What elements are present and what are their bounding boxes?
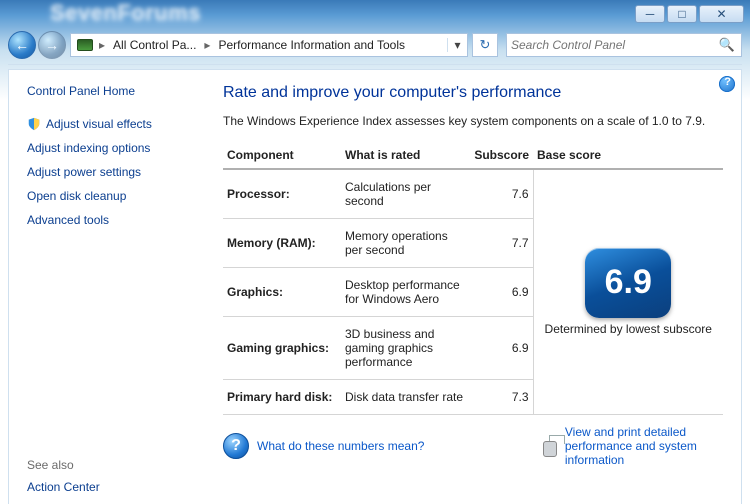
sidebar-item-open-disk-cleanup[interactable]: Open disk cleanup [27,189,199,203]
cell-component: Graphics: [223,268,341,317]
what-do-numbers-mean-link[interactable]: What do these numbers mean? [257,439,424,453]
search-icon[interactable]: 🔍 [717,37,737,53]
maximize-button[interactable]: □ [667,5,697,23]
col-subscore: Subscore [469,142,533,169]
printer-icon [543,435,557,457]
page-title: Rate and improve your computer's perform… [223,84,723,102]
close-button[interactable]: ✕ [699,5,744,23]
base-score-cell: 6.9 Determined by lowest subscore [533,169,723,415]
window-ghost-title: SevenForums [50,0,201,26]
action-center-link[interactable]: Action Center [27,480,199,494]
base-score-caption: Determined by lowest subscore [534,322,724,337]
help-icon[interactable] [717,74,737,94]
cell-component: Gaming graphics: [223,317,341,380]
shield-icon [27,117,41,131]
cell-desc: Calculations per second [341,169,469,219]
question-icon: ? [223,433,249,459]
sidebar-item-adjust-power-settings[interactable]: Adjust power settings [27,165,199,179]
sidebar-item-adjust-indexing-options[interactable]: Adjust indexing options [27,141,199,155]
breadcrumb-history-dropdown[interactable]: ▾ [447,38,467,52]
minimize-button[interactable]: ─ [635,5,665,23]
cell-subscore: 7.7 [469,219,533,268]
cell-subscore: 7.6 [469,169,533,219]
view-print-details-link[interactable]: View and print detailed performance and … [565,425,723,467]
chevron-right-icon[interactable]: ▸ [202,38,212,52]
sidebar: Control Panel Home Adjust visual effects… [9,70,211,504]
cell-subscore: 6.9 [469,317,533,380]
breadcrumb-performance-info[interactable]: Performance Information and Tools [212,34,411,56]
main-content: Rate and improve your computer's perform… [211,70,741,504]
breadcrumb-root-icon[interactable] [71,34,97,56]
sidebar-item-label: Adjust power settings [27,165,141,179]
base-score-badge: 6.9 [585,248,671,318]
col-base-score: Base score [533,142,723,169]
sidebar-item-label: Adjust visual effects [46,117,152,131]
col-what-is-rated: What is rated [341,142,469,169]
sidebar-item-label: Adjust indexing options [27,141,150,155]
cell-desc: 3D business and gaming graphics performa… [341,317,469,380]
table-row: Processor: Calculations per second 7.6 6… [223,169,723,219]
control-panel-home-link[interactable]: Control Panel Home [27,84,199,98]
search-input[interactable] [511,38,717,52]
refresh-button[interactable]: ↻ [472,33,498,57]
breadcrumb[interactable]: ▸ All Control Pa... ▸ Performance Inform… [70,33,468,57]
wei-table: Component What is rated Subscore Base sc… [223,142,723,415]
see-also-heading: See also [27,458,199,472]
cell-subscore: 6.9 [469,268,533,317]
divider [8,64,742,65]
cell-component: Memory (RAM): [223,219,341,268]
sidebar-item-label: Advanced tools [27,213,109,227]
cell-subscore: 7.3 [469,380,533,415]
breadcrumb-all-control-panel[interactable]: All Control Pa... [107,34,202,56]
cell-component: Processor: [223,169,341,219]
col-component: Component [223,142,341,169]
back-button[interactable]: ← [8,31,36,59]
search-box[interactable]: 🔍 [506,33,742,57]
cell-component: Primary hard disk: [223,380,341,415]
sidebar-item-advanced-tools[interactable]: Advanced tools [27,213,199,227]
cell-desc: Disk data transfer rate [341,380,469,415]
chevron-right-icon[interactable]: ▸ [97,38,107,52]
sidebar-item-adjust-visual-effects[interactable]: Adjust visual effects [27,117,199,131]
cell-desc: Desktop performance for Windows Aero [341,268,469,317]
intro-text: The Windows Experience Index assesses ke… [223,114,723,128]
cell-desc: Memory operations per second [341,219,469,268]
sidebar-item-label: Open disk cleanup [27,189,126,203]
forward-button[interactable]: → [38,31,66,59]
